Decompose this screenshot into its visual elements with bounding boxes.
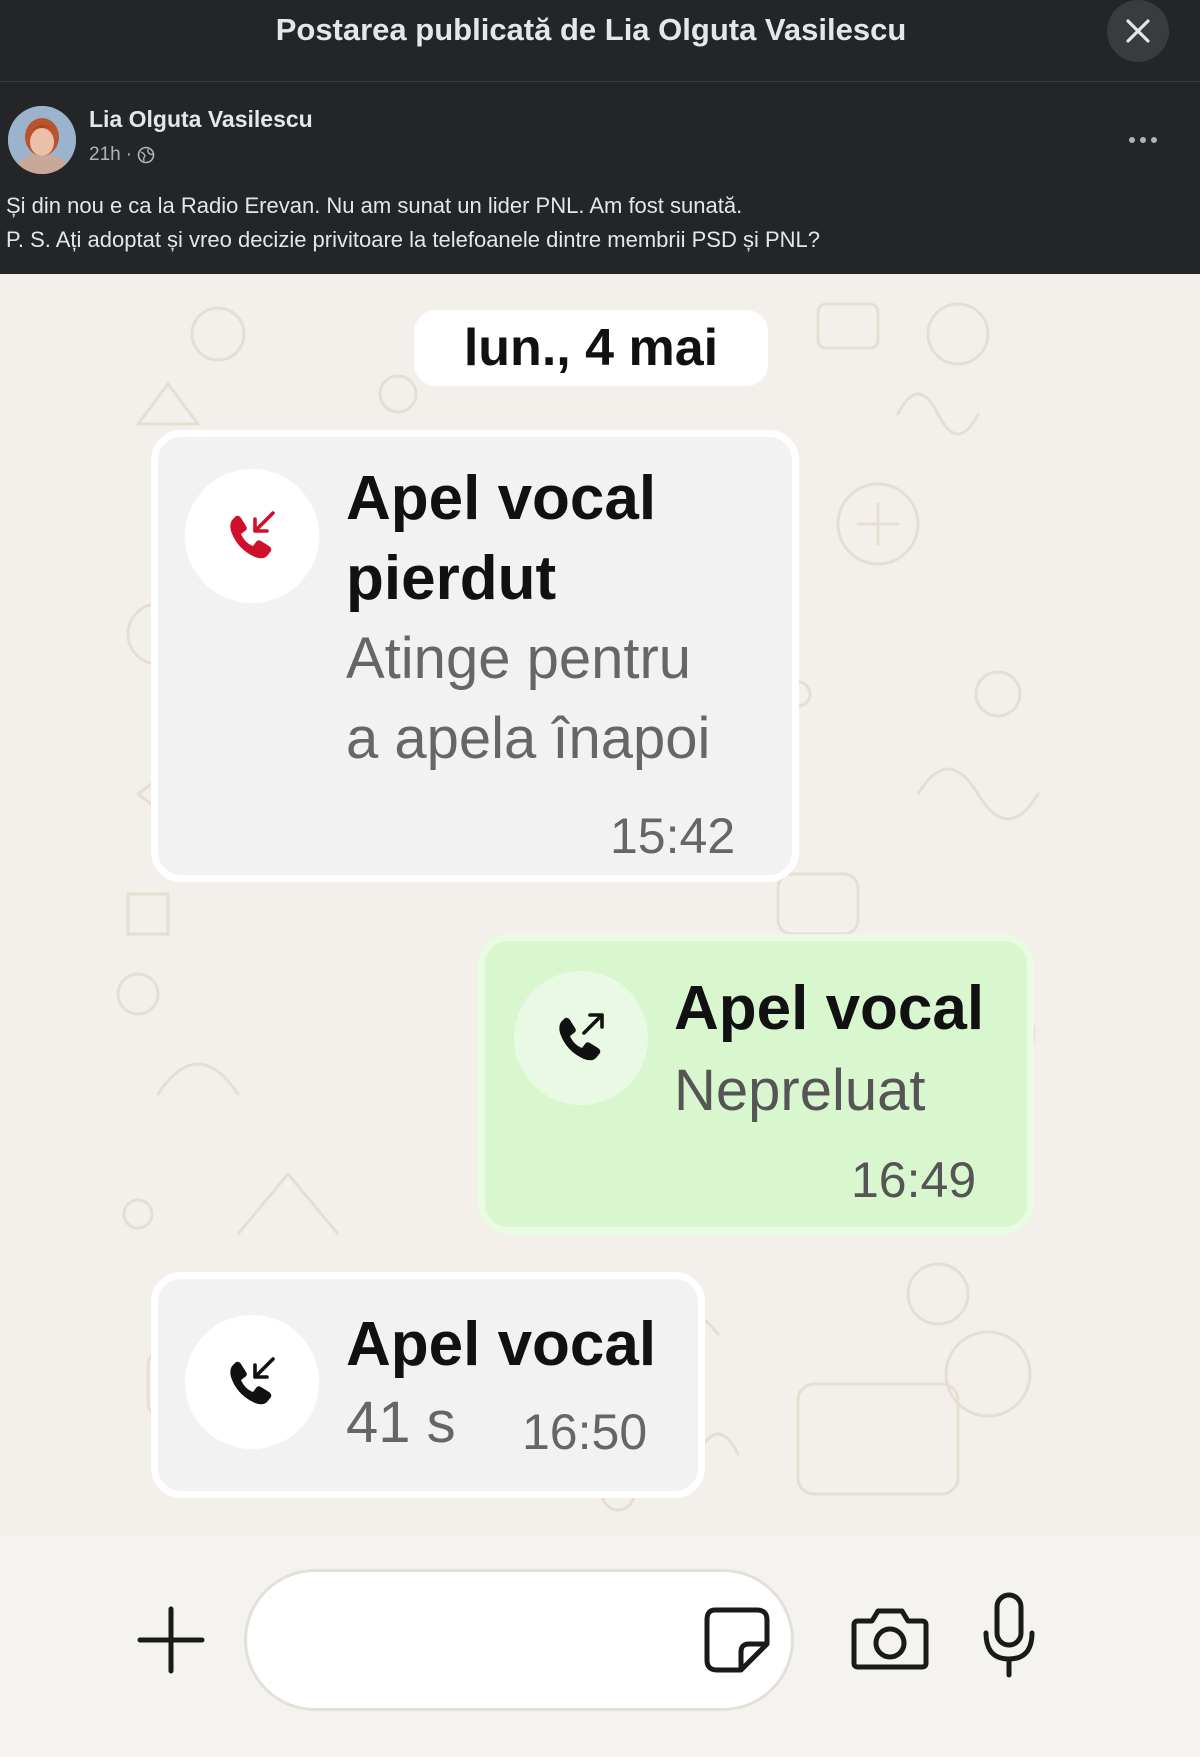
sticker-icon	[704, 1607, 770, 1673]
call-subtitle: Atinge pentru a apela înapoi	[346, 619, 710, 779]
missed-call-message[interactable]: Apel vocal pierdut Atinge pentru a apela…	[151, 430, 799, 882]
call-title: Apel vocal	[674, 974, 985, 1043]
message-input-bar	[0, 1535, 1200, 1757]
camera-button[interactable]	[850, 1601, 930, 1673]
post-author[interactable]: Lia Olguta Vasilescu	[89, 106, 313, 133]
post-text-line: Și din nou e ca la Radio Erevan. Nu am s…	[6, 193, 743, 218]
microphone-icon	[983, 1592, 1035, 1678]
call-icon-circle	[514, 971, 648, 1105]
close-button[interactable]	[1107, 0, 1169, 62]
chat-screenshot[interactable]: lun., 4 mai Apel vocal pierdut Atinge pe…	[0, 274, 1200, 1757]
call-duration: 41 s	[346, 1390, 456, 1455]
call-title: Apel vocal pierdut	[346, 459, 656, 619]
add-attachment-button[interactable]	[136, 1605, 206, 1675]
post-text-line: P. S. Ați adoptat și vreo decizie privit…	[6, 227, 820, 252]
call-icon-circle	[185, 469, 319, 603]
incoming-call-icon	[230, 1357, 275, 1405]
modal-header: Postarea publicată de Lia Olguta Vasiles…	[0, 0, 1200, 82]
camera-icon	[851, 1608, 929, 1670]
message-time: 16:49	[851, 1152, 977, 1208]
more-options-button[interactable]	[1128, 124, 1158, 150]
post-text: Și din nou e ca la Radio Erevan. Nu am s…	[6, 189, 1186, 257]
meta-separator: ·	[125, 144, 133, 165]
avatar[interactable]	[8, 106, 76, 174]
outgoing-call-message[interactable]: Apel vocal Nepreluat 16:49	[478, 934, 1034, 1234]
message-input[interactable]	[244, 1569, 794, 1711]
post-meta: 21h ·	[89, 144, 155, 166]
call-subtitle-line: Atinge pentru	[346, 626, 692, 691]
globe-icon	[137, 146, 155, 164]
call-title: Apel vocal	[346, 1310, 657, 1379]
call-subtitle: Nepreluat	[674, 1058, 926, 1123]
message-time: 16:50	[522, 1404, 648, 1460]
profile-photo	[8, 106, 76, 174]
call-title-line: Apel vocal	[346, 464, 657, 533]
post-time[interactable]: 21h	[89, 144, 121, 166]
microphone-button[interactable]	[978, 1591, 1040, 1681]
plus-icon	[137, 1606, 205, 1674]
post: Lia Olguta Vasilescu 21h · Și din nou e …	[0, 82, 1200, 274]
more-options-icon	[1129, 137, 1157, 143]
sticker-button[interactable]	[701, 1604, 773, 1676]
call-title-line: pierdut	[346, 544, 557, 613]
outgoing-call-icon	[559, 1013, 604, 1061]
call-icon-circle	[185, 1315, 319, 1449]
call-subtitle-line: a apela înapoi	[346, 706, 711, 771]
modal-title: Postarea publicată de Lia Olguta Vasiles…	[275, 12, 907, 47]
close-icon	[1126, 19, 1150, 43]
date-chip: lun., 4 mai	[414, 310, 768, 386]
message-time: 15:42	[610, 808, 736, 864]
incoming-call-message[interactable]: Apel vocal 41 s 16:50	[151, 1272, 705, 1498]
missed-call-icon	[230, 511, 275, 559]
